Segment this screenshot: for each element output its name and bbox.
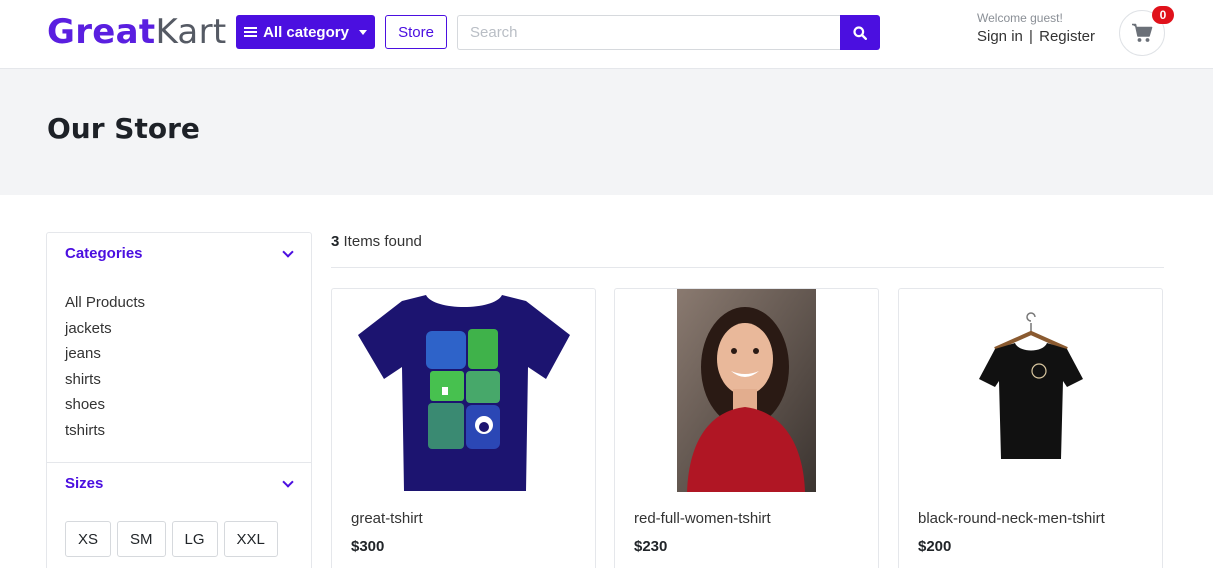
- search-button[interactable]: [840, 15, 880, 50]
- category-item[interactable]: shoes: [65, 396, 145, 422]
- category-item[interactable]: All Products: [65, 294, 145, 320]
- product-name[interactable]: black-round-neck-men-tshirt: [918, 510, 1105, 527]
- cart-count-badge: 0: [1152, 6, 1174, 24]
- product-image[interactable]: [332, 289, 595, 494]
- sign-in-link[interactable]: Sign in: [977, 28, 1023, 45]
- product-image[interactable]: [615, 289, 878, 494]
- cart-icon: [1132, 23, 1153, 42]
- all-category-button[interactable]: All category: [236, 15, 375, 49]
- tshirt-image: [358, 295, 570, 491]
- product-price: $230: [634, 538, 668, 555]
- category-list: All Products jackets jeans shirts shoes …: [65, 294, 145, 447]
- caret-down-icon: [358, 29, 367, 35]
- size-option[interactable]: SM: [117, 521, 166, 557]
- product-name[interactable]: red-full-women-tshirt: [634, 510, 771, 527]
- chevron-down-icon[interactable]: [282, 246, 294, 258]
- size-option[interactable]: XXL: [223, 521, 278, 557]
- category-item[interactable]: shirts: [65, 371, 145, 397]
- welcome-text: Welcome guest!: [977, 11, 1063, 25]
- product-card[interactable]: black-round-neck-men-tshirt $200: [898, 288, 1163, 568]
- size-options: XS SM LG XXL: [65, 521, 278, 557]
- register-link[interactable]: Register: [1039, 28, 1095, 45]
- results-label: Items found: [339, 233, 422, 250]
- page-title: Our Store: [47, 112, 200, 145]
- logo[interactable]: GreatKart: [47, 12, 226, 52]
- product-card[interactable]: red-full-women-tshirt $230: [614, 288, 879, 568]
- sizes-heading[interactable]: Sizes: [65, 475, 103, 492]
- black-tshirt-image: [978, 311, 1083, 459]
- product-card[interactable]: great-tshirt $300: [331, 288, 596, 568]
- size-option[interactable]: LG: [171, 521, 218, 557]
- auth-links: Sign in | Register: [977, 28, 1095, 45]
- category-item[interactable]: jeans: [65, 345, 145, 371]
- categories-heading[interactable]: Categories: [65, 245, 143, 262]
- category-item[interactable]: tshirts: [65, 422, 145, 448]
- product-price: $200: [918, 538, 952, 555]
- logo-great: Great: [47, 12, 156, 52]
- filter-divider: [47, 462, 311, 463]
- filter-sidebar: Categories All Products jackets jeans sh…: [46, 232, 312, 568]
- woman-red-top-image: [677, 289, 816, 492]
- product-image[interactable]: [899, 289, 1162, 494]
- all-category-label: All category: [263, 23, 349, 41]
- auth-separator: |: [1029, 28, 1033, 45]
- page-banner: Our Store: [0, 69, 1213, 195]
- results-count: 3 Items found: [331, 233, 422, 250]
- logo-kart: Kart: [155, 12, 227, 52]
- results-divider: [331, 267, 1164, 268]
- search-input[interactable]: [457, 15, 841, 50]
- category-item[interactable]: jackets: [65, 320, 145, 346]
- menu-icon: [244, 27, 258, 37]
- store-button[interactable]: Store: [385, 15, 447, 49]
- product-price: $300: [351, 538, 385, 555]
- chevron-down-icon[interactable]: [282, 476, 294, 488]
- site-header: GreatKart All category Store Welcome gue…: [0, 0, 1213, 69]
- size-option[interactable]: XS: [65, 521, 112, 557]
- product-name[interactable]: great-tshirt: [351, 510, 423, 527]
- search-icon: [853, 25, 867, 40]
